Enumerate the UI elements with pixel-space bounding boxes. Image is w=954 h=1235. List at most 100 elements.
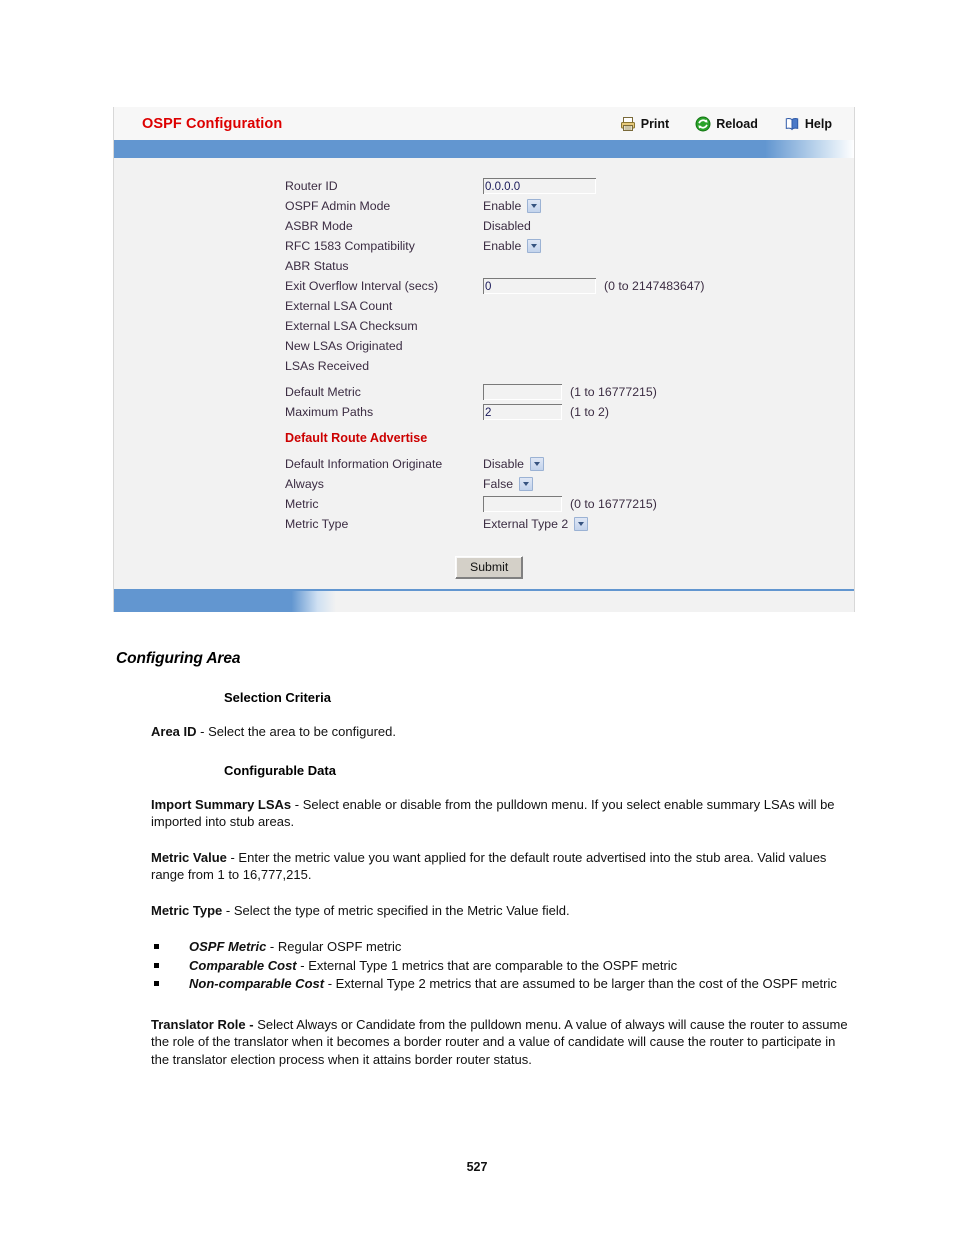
field-row-metric-type: Metric Type External Type 2 [285,514,854,534]
chevron-down-icon[interactable] [519,477,534,491]
list-item: OSPF Metric - Regular OSPF metric [151,938,851,957]
always-select[interactable]: False [483,477,534,491]
print-button[interactable]: Print [620,116,669,132]
chevron-down-icon[interactable] [574,517,589,531]
print-label: Print [640,116,670,131]
field-row-external-lsa-count: External LSA Count [285,296,854,316]
import-summary-term: Import Summary LSAs [151,796,292,812]
help-button[interactable]: Help [784,116,832,132]
field-row-default-information-originate: Default Information Originate Disable [285,454,854,474]
metric-input[interactable] [483,496,562,512]
external-lsa-checksum-label: External LSA Checksum [285,319,418,333]
maximum-paths-label: Maximum Paths [285,405,374,419]
metric-type-bullet-list: OSPF Metric - Regular OSPF metric Compar… [151,938,851,994]
default-metric-label: Default Metric [285,385,361,399]
abr-status-label: ABR Status [285,259,349,273]
chevron-down-icon[interactable] [527,239,542,253]
rfc-1583-select[interactable]: Enable [483,239,542,253]
field-row-abr-status: ABR Status [285,256,854,276]
bullet-term: Non-comparable Cost [189,976,325,991]
field-row-router-id: Router ID [285,176,854,196]
chevron-down-icon[interactable] [530,457,545,471]
default-metric-hint: (1 to 16777215) [570,385,657,399]
default-information-originate-select[interactable]: Disable [483,457,545,471]
new-lsas-originated-label: New LSAs Originated [285,339,403,353]
paragraph-metric-value: Metric Value - Enter the metric value yo… [151,849,851,884]
configurable-data-heading: Configurable Data [224,762,336,778]
metric-value-term: Metric Value [151,849,227,865]
metric-hint: (0 to 16777215) [570,497,657,511]
bullet-term: OSPF Metric [189,939,267,954]
selection-criteria-heading: Selection Criteria [224,690,331,705]
field-row-section-default-route-advertise: Default Route Advertise [285,428,854,448]
field-row-lsas-received: LSAs Received [285,356,854,376]
rfc-1583-value: Enable [483,239,522,253]
metric-type-desc: - Select the type of metric specified in… [222,902,570,918]
ospf-admin-mode-value: Enable [483,199,522,213]
asbr-mode-label: ASBR Mode [285,219,353,233]
field-row-always: Always False [285,474,854,494]
metric-type-select[interactable]: External Type 2 [483,517,589,531]
paragraph-area-id: Area ID - Select the area to be configur… [151,723,851,741]
reload-label: Reload [716,116,758,131]
default-metric-input[interactable] [483,384,562,400]
document-body: Configuring Area Selection Criteria Area… [0,650,954,1068]
book-icon [784,116,800,132]
ospf-admin-mode-label: OSPF Admin Mode [285,199,391,213]
translator-role-term: Translator Role - [151,1016,254,1032]
translator-role-desc: Select Always or Candidate from the pull… [151,1016,848,1067]
section-heading: Configuring Area [116,650,241,667]
rfc-1583-label: RFC 1583 Compatibility [285,239,415,253]
footer-accent-bar [114,589,854,612]
field-row-default-metric: Default Metric (1 to 16777215) [285,382,854,402]
printer-icon [620,116,636,132]
field-row-maximum-paths: Maximum Paths (1 to 2) [285,402,854,422]
header-accent-bar [114,140,854,158]
field-row-ospf-admin-mode: OSPF Admin Mode Enable [285,196,854,216]
exit-overflow-label: Exit Overflow Interval (secs) [285,279,439,293]
submit-row: Submit [114,556,854,579]
metric-type-label: Metric Type [285,517,349,531]
area-id-desc: - Select the area to be configured. [196,724,396,739]
field-row-external-lsa-checksum: External LSA Checksum [285,316,854,336]
metric-type-term: Metric Type [151,902,223,918]
field-row-new-lsas-originated: New LSAs Originated [285,336,854,356]
exit-overflow-hint: (0 to 2147483647) [604,279,705,293]
reload-button[interactable]: Reload [695,116,758,132]
default-information-originate-value: Disable [483,457,525,471]
default-route-advertise-heading: Default Route Advertise [285,431,428,445]
page-title: OSPF Configuration [142,115,283,132]
reload-icon [695,116,711,132]
bullet-desc: - Regular OSPF metric [266,939,402,954]
paragraph-import-summary-lsas: Import Summary LSAs - Select enable or d… [151,796,851,831]
router-id-input[interactable] [483,178,596,194]
bullet-desc: - External Type 2 metrics that are assum… [324,976,837,991]
lsas-received-label: LSAs Received [285,359,370,373]
field-row-asbr-mode: ASBR Mode Disabled [285,216,854,236]
metric-value-desc: - Enter the metric value you want applie… [151,849,827,883]
help-label: Help [804,116,832,131]
exit-overflow-input[interactable] [483,278,596,294]
square-bullet-icon [154,981,159,986]
ospf-configuration-panel: OSPF Configuration Print Reload Help Rou… [113,107,855,612]
panel-titlebar: OSPF Configuration Print Reload Help [114,107,854,140]
paragraph-metric-type: Metric Type - Select the type of metric … [151,902,851,920]
router-id-label: Router ID [285,179,338,193]
bullet-desc: - External Type 1 metrics that are compa… [296,957,678,973]
ospf-admin-mode-select[interactable]: Enable [483,199,542,213]
asbr-mode-value: Disabled [483,219,531,233]
field-row-rfc-1583: RFC 1583 Compatibility Enable [285,236,854,256]
page-number: 527 [466,1160,488,1174]
maximum-paths-input[interactable] [483,404,562,420]
list-item: Non-comparable Cost - External Type 2 me… [151,975,851,994]
square-bullet-icon [154,944,159,949]
chevron-down-icon[interactable] [527,199,542,213]
bullet-term: Comparable Cost [189,957,297,973]
field-row-metric: Metric (0 to 16777215) [285,494,854,514]
titlebar-actions: Print Reload Help [620,116,842,132]
maximum-paths-hint: (1 to 2) [570,405,609,419]
field-row-exit-overflow: Exit Overflow Interval (secs) (0 to 2147… [285,276,854,296]
form-rows: Router ID OSPF Admin Mode Enable ASBR Mo… [114,176,854,534]
ospf-form: Router ID OSPF Admin Mode Enable ASBR Mo… [114,158,854,589]
submit-button[interactable]: Submit [455,556,524,579]
